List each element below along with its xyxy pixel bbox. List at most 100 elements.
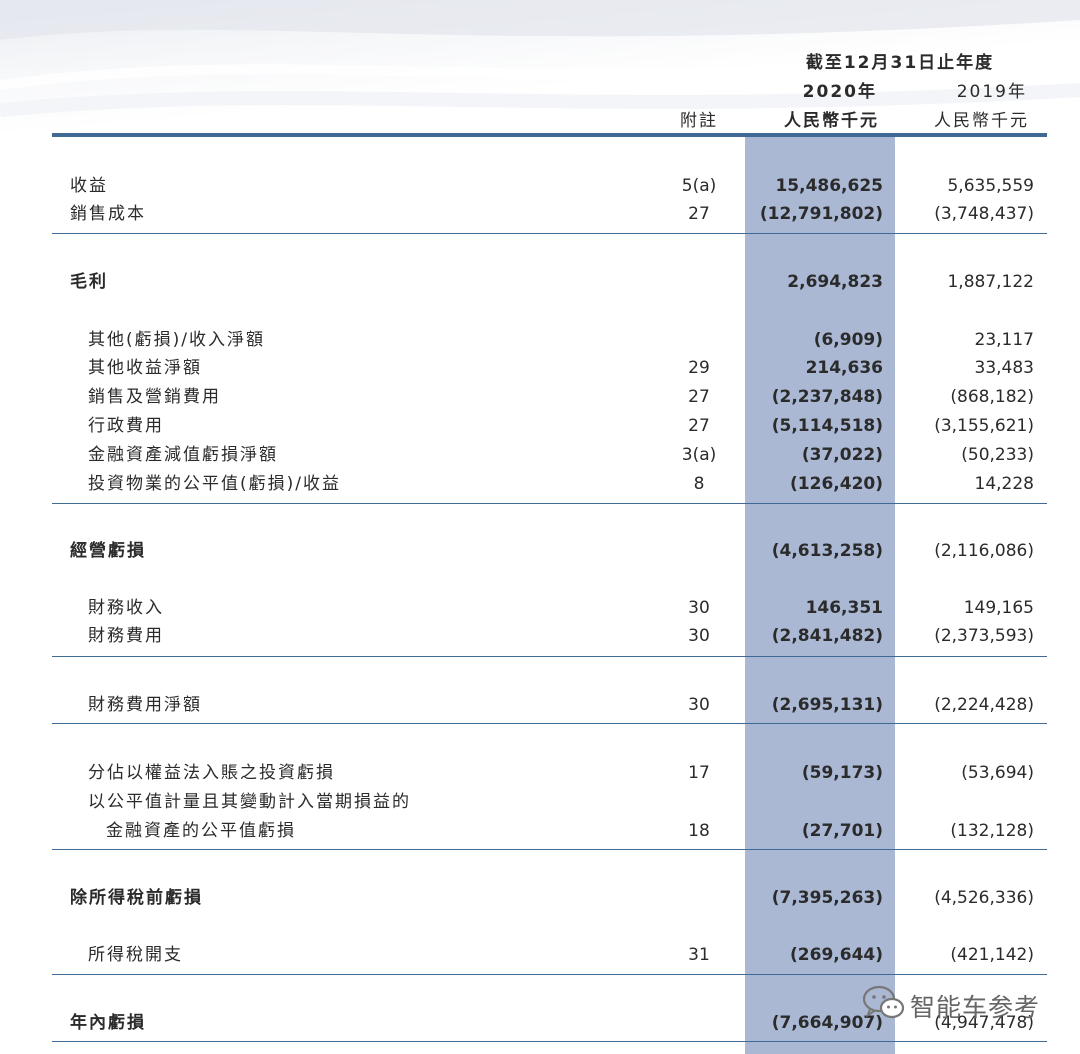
table-row-cost-of-sales: 銷售成本 27 (12,791,802) (3,748,437): [0, 200, 1080, 228]
value-2019: 14,228: [974, 474, 1034, 494]
row-label: 除所得稅前虧損: [70, 888, 203, 908]
table-row-net-finance-costs: 財務費用淨額 30 (2,695,131) (2,224,428): [0, 691, 1080, 719]
value-2020: (37,022): [801, 445, 883, 465]
value-2019: (4,526,336): [934, 888, 1034, 908]
value-2020: (269,644): [790, 945, 883, 965]
value-2019: (3,748,437): [934, 204, 1034, 224]
row-label: 其他收益淨額: [88, 358, 202, 378]
row-note: 31: [688, 945, 710, 965]
wechat-icon: [862, 985, 905, 1019]
watermark-text: 智能车参考: [910, 993, 1041, 1022]
table-row-loss-before-tax: 除所得稅前虧損 (7,395,263) (4,526,336): [0, 884, 1080, 912]
section-divider: [52, 974, 1047, 975]
row-note: 30: [688, 598, 710, 618]
value-2019: 5,635,559: [947, 176, 1034, 196]
row-note: 17: [688, 763, 710, 783]
row-label: 毛利: [70, 272, 108, 292]
value-2020: (6,909): [813, 330, 883, 350]
row-label: 收益: [70, 176, 108, 196]
value-2020: 146,351: [805, 598, 883, 618]
year-2019-header: 2019年: [956, 82, 1027, 102]
row-note: 27: [688, 416, 710, 436]
row-label: 所得稅開支: [88, 945, 183, 965]
value-2019: 1,887,122: [947, 272, 1034, 292]
value-2019: (2,373,593): [934, 626, 1034, 646]
section-divider: [52, 1041, 1047, 1042]
row-label: 經營虧損: [70, 541, 146, 561]
row-label: 年內虧損: [70, 1013, 146, 1033]
value-2019: (3,155,621): [934, 416, 1034, 436]
row-label: 投資物業的公平值(虧損)/收益: [88, 474, 341, 494]
value-2020: (7,395,263): [771, 888, 883, 908]
table-row-finance-income: 財務收入 30 146,351 149,165: [0, 594, 1080, 622]
section-divider: [52, 503, 1047, 504]
row-label: 其他(虧損)/收入淨額: [88, 330, 265, 350]
value-2020: (12,791,802): [759, 204, 883, 224]
value-2020: (4,613,258): [771, 541, 883, 561]
value-2020: (5,114,518): [771, 416, 883, 436]
row-note: 18: [688, 821, 710, 841]
section-divider: [52, 233, 1047, 234]
row-label: 財務收入: [88, 598, 164, 618]
row-label: 行政費用: [88, 416, 164, 436]
row-note: 3(a): [681, 445, 717, 465]
table-row-impairment: 金融資產減值虧損淨額 3(a) (37,022) (50,233): [0, 441, 1080, 469]
header-rule: [52, 133, 1047, 137]
table-row-other-losses-income: 其他(虧損)/收入淨額 (6,909) 23,117: [0, 326, 1080, 354]
section-divider: [52, 723, 1047, 724]
row-note: 29: [688, 358, 710, 378]
table-row-gross-profit: 毛利 2,694,823 1,887,122: [0, 268, 1080, 296]
table-row-other-gains: 其他收益淨額 29 214,636 33,483: [0, 354, 1080, 382]
row-label: 財務費用: [88, 626, 164, 646]
section-divider: [52, 849, 1047, 850]
table-row-investment-property: 投資物業的公平值(虧損)/收益 8 (126,420) 14,228: [0, 470, 1080, 498]
row-label: 以公平值計量且其變動計入當期損益的: [88, 792, 411, 812]
table-row-revenue: 收益 5(a) 15,486,625 5,635,559: [0, 172, 1080, 200]
table-row-equity-method-loss: 分佔以權益法入賬之投資虧損 17 (59,173) (53,694): [0, 759, 1080, 787]
table-row-fvtpl-loss: 金融資產的公平值虧損 18 (27,701) (132,128): [0, 817, 1080, 845]
section-divider: [52, 656, 1047, 657]
period-header: 截至12月31日止年度: [805, 53, 995, 73]
value-2020: (59,173): [801, 763, 883, 783]
table-row-finance-costs: 財務費用 30 (2,841,482) (2,373,593): [0, 622, 1080, 650]
table-row-administrative: 行政費用 27 (5,114,518) (3,155,621): [0, 412, 1080, 440]
value-2019: (2,224,428): [934, 695, 1034, 715]
row-note: 5(a): [681, 176, 717, 196]
row-label: 銷售成本: [70, 204, 146, 224]
row-label: 銷售及營銷費用: [88, 387, 221, 407]
value-2020: 15,486,625: [775, 176, 883, 196]
value-2019: (2,116,086): [934, 541, 1034, 561]
value-2019: (868,182): [950, 387, 1034, 407]
row-label: 財務費用淨額: [88, 695, 202, 715]
value-2019: (132,128): [950, 821, 1034, 841]
unit-2019-header: 人民幣千元: [934, 111, 1029, 131]
value-2019: (53,694): [961, 763, 1034, 783]
table-row-selling-marketing: 銷售及營銷費用 27 (2,237,848) (868,182): [0, 383, 1080, 411]
row-note: 30: [688, 695, 710, 715]
year-2020-header: 2020年: [802, 82, 877, 102]
row-note: 8: [693, 474, 705, 494]
value-2019: (421,142): [950, 945, 1034, 965]
value-2020: 2,694,823: [787, 272, 883, 292]
row-label: 分佔以權益法入賬之投資虧損: [88, 763, 335, 783]
row-note: 27: [688, 387, 710, 407]
row-label: 金融資產減值虧損淨額: [88, 445, 278, 465]
table-row-operating-loss: 經營虧損 (4,613,258) (2,116,086): [0, 537, 1080, 565]
value-2020: (2,237,848): [771, 387, 883, 407]
value-2020: (27,701): [801, 821, 883, 841]
row-note: 27: [688, 204, 710, 224]
value-2019: (50,233): [961, 445, 1034, 465]
value-2020: (126,420): [790, 474, 883, 494]
unit-2020-header: 人民幣千元: [784, 111, 879, 131]
table-row-income-tax: 所得稅開支 31 (269,644) (421,142): [0, 941, 1080, 969]
value-2020: (2,695,131): [771, 695, 883, 715]
value-2019: 33,483: [974, 358, 1034, 378]
row-label: 金融資產的公平值虧損: [106, 821, 296, 841]
table-row-fvtpl-label: 以公平值計量且其變動計入當期損益的: [0, 788, 1080, 816]
row-note: 30: [688, 626, 710, 646]
value-2020: 214,636: [805, 358, 883, 378]
value-2020: (2,841,482): [771, 626, 883, 646]
note-column-header: 附註: [680, 111, 718, 131]
value-2019: 149,165: [963, 598, 1034, 618]
value-2019: 23,117: [974, 330, 1034, 350]
